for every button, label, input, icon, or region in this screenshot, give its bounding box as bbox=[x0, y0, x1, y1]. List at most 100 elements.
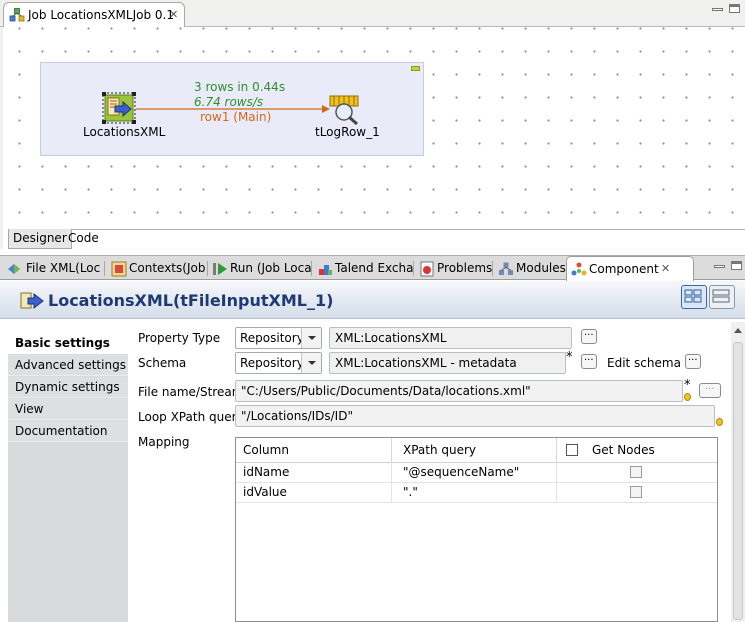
tab-label: File XML(Loc bbox=[26, 261, 101, 275]
settings-nav: Basic settings Advanced settings Dynamic… bbox=[8, 333, 128, 622]
tab-modules[interactable]: Modules bbox=[494, 256, 566, 280]
edit-schema-button[interactable]: ... bbox=[685, 352, 701, 369]
problems-icon bbox=[419, 261, 434, 277]
xml-input-icon bbox=[20, 291, 44, 311]
mapping-label: Mapping bbox=[138, 435, 190, 449]
required-asterisk: * bbox=[566, 350, 573, 365]
chevron-down-icon bbox=[301, 353, 321, 373]
schema-type-value: Repository bbox=[240, 356, 304, 370]
required-asterisk: * bbox=[684, 378, 691, 393]
mapping-table: Column XPath query Get Nodes idName "@se… bbox=[235, 437, 718, 622]
table-row[interactable]: idValue "." bbox=[236, 482, 717, 503]
exchange-icon bbox=[317, 261, 332, 275]
grid-layout-icon bbox=[684, 289, 702, 303]
loop-xpath-label: Loop XPath query bbox=[138, 410, 244, 424]
tab-contexts[interactable]: Contexts(Job bbox=[107, 256, 207, 280]
flow-link-label[interactable]: row1 (Main) bbox=[200, 110, 271, 124]
tab-component[interactable]: Component ✕ bbox=[566, 256, 694, 282]
tab-problems[interactable]: Problems bbox=[415, 256, 493, 280]
file-name-input[interactable]: "C:/Users/Public/Documents/Data/location… bbox=[235, 380, 683, 402]
editor-bottom-tabs: Designer Code bbox=[8, 229, 745, 249]
tab-talend-exchange[interactable]: Talend Excha bbox=[313, 256, 413, 280]
view-tab-bar: File XML(Loc Contexts(Job Run (Job Loca … bbox=[0, 255, 745, 282]
get-nodes-all-checkbox[interactable] bbox=[566, 444, 578, 456]
tab-label: Modules bbox=[516, 261, 566, 275]
hint-bulb-icon bbox=[716, 418, 723, 426]
component-header: LocationsXML(tFileInputXML_1) bbox=[0, 281, 745, 319]
chevron-down-icon bbox=[301, 328, 321, 348]
schema-select[interactable]: Repository bbox=[235, 352, 322, 374]
column-cell[interactable]: idValue bbox=[243, 485, 287, 499]
layout-vertical-button[interactable] bbox=[709, 285, 735, 309]
job-icon bbox=[9, 7, 25, 23]
tab-file-xml[interactable]: File XML(Loc bbox=[4, 256, 104, 280]
close-icon[interactable]: ✕ bbox=[169, 8, 178, 21]
tab-label: Talend Excha bbox=[335, 261, 413, 275]
schema-repository-field: XML:LocationsXML - metadata bbox=[329, 352, 566, 374]
log-row-icon bbox=[329, 95, 359, 126]
tab-label: Contexts(Job bbox=[129, 261, 206, 275]
get-nodes-checkbox[interactable] bbox=[630, 486, 642, 498]
column-cell[interactable]: idName bbox=[243, 465, 289, 479]
property-repository-field: XML:LocationsXML bbox=[329, 327, 572, 349]
nav-view[interactable]: View bbox=[8, 399, 128, 420]
rows-layout-icon bbox=[712, 289, 730, 303]
scroll-up-icon[interactable] bbox=[734, 328, 742, 333]
property-browse-button[interactable]: ... bbox=[581, 327, 597, 344]
file-xml-icon bbox=[6, 261, 20, 275]
nav-basic-settings[interactable]: Basic settings bbox=[8, 333, 128, 354]
component-title: LocationsXML(tFileInputXML_1) bbox=[48, 291, 334, 310]
get-nodes-header: Get Nodes bbox=[592, 443, 655, 457]
xpath-cell[interactable]: "@sequenceName" bbox=[403, 465, 519, 479]
property-type-value: Repository bbox=[240, 331, 304, 345]
editor-left-border bbox=[0, 27, 3, 249]
subjob-collapse-toggle[interactable] bbox=[411, 66, 420, 71]
flow-row-count: 3 rows in 0.44s bbox=[194, 80, 286, 94]
loop-xpath-input[interactable]: "/Locations/IDs/ID" bbox=[235, 405, 715, 427]
tab-label: Component bbox=[589, 262, 659, 276]
output-node-label: tLogRow_1 bbox=[315, 125, 380, 139]
mapping-table-header: Column XPath query Get Nodes bbox=[236, 438, 717, 463]
vertical-scrollbar[interactable] bbox=[731, 322, 745, 622]
run-icon bbox=[212, 261, 227, 275]
property-type-select[interactable]: Repository bbox=[235, 327, 322, 349]
get-nodes-checkbox[interactable] bbox=[630, 466, 642, 478]
table-row[interactable]: idName "@sequenceName" bbox=[236, 462, 717, 483]
maximize-icon[interactable] bbox=[731, 261, 742, 270]
modules-icon bbox=[498, 261, 513, 275]
maximize-icon[interactable] bbox=[729, 4, 740, 13]
layout-horizontal-button[interactable] bbox=[681, 285, 707, 309]
job-editor-tab[interactable]: Job LocationsXMLJob 0.1 ✕ bbox=[3, 2, 185, 28]
tab-label: Problems bbox=[437, 261, 493, 275]
flow-row-rate: 6.74 rows/s bbox=[194, 95, 264, 109]
minimize-icon[interactable] bbox=[714, 265, 725, 268]
property-type-label: Property Type bbox=[138, 331, 221, 345]
tab-designer[interactable]: Designer bbox=[8, 229, 72, 249]
schema-label: Schema bbox=[138, 356, 187, 370]
close-icon[interactable]: ✕ bbox=[661, 262, 670, 275]
nav-documentation[interactable]: Documentation bbox=[8, 421, 128, 442]
contexts-icon bbox=[111, 261, 127, 277]
scroll-thumb[interactable] bbox=[733, 342, 743, 620]
nav-dynamic-settings[interactable]: Dynamic settings bbox=[8, 377, 128, 398]
input-node-label: LocationsXML bbox=[83, 125, 166, 139]
file-browse-button[interactable]: ... bbox=[699, 381, 721, 398]
nav-advanced-settings[interactable]: Advanced settings bbox=[8, 355, 128, 376]
xpath-header[interactable]: XPath query bbox=[403, 443, 476, 457]
xml-input-component[interactable] bbox=[102, 92, 136, 124]
job-editor-tab-label: Job LocationsXMLJob 0.1 bbox=[28, 8, 174, 22]
file-name-label: File name/Stream bbox=[138, 385, 244, 399]
tab-code[interactable]: Code bbox=[64, 229, 103, 249]
hint-bulb-icon bbox=[684, 393, 691, 401]
left-gutter bbox=[0, 319, 8, 622]
minimize-icon[interactable] bbox=[712, 8, 723, 11]
schema-browse-button[interactable]: ... bbox=[581, 352, 597, 369]
tab-run[interactable]: Run (Job Loca bbox=[208, 256, 311, 280]
xml-input-icon bbox=[102, 92, 136, 124]
column-header[interactable]: Column bbox=[243, 443, 289, 457]
component-icon bbox=[571, 262, 587, 276]
xpath-cell[interactable]: "." bbox=[403, 485, 418, 499]
edit-schema-label: Edit schema bbox=[607, 356, 681, 370]
tab-label: Run (Job Loca bbox=[230, 261, 311, 275]
log-row-component[interactable] bbox=[329, 95, 361, 126]
